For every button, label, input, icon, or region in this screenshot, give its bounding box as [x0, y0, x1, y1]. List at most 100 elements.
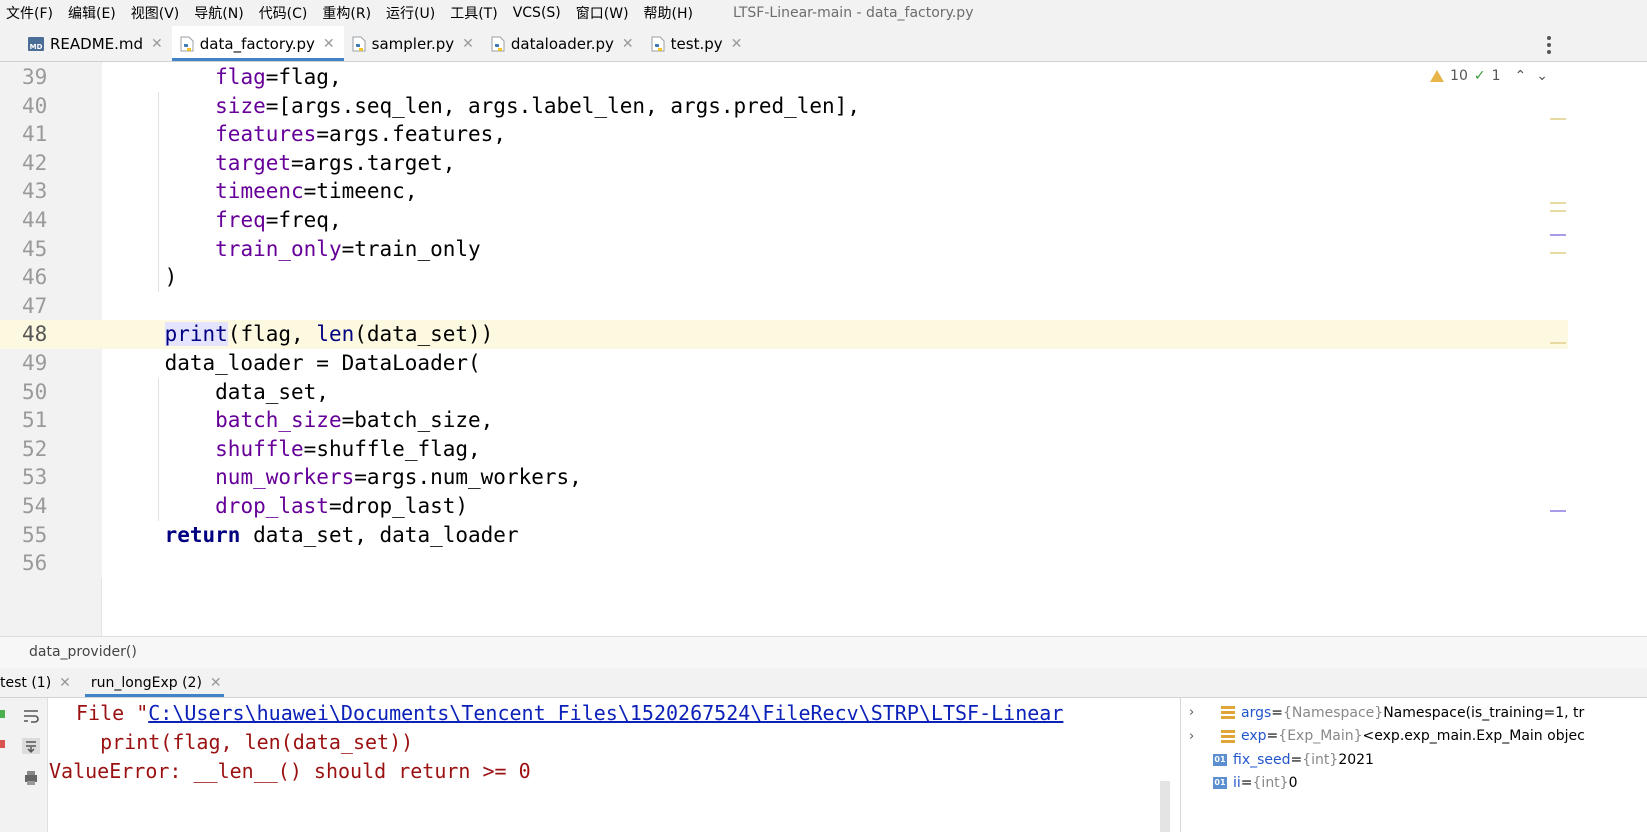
python-file-icon — [651, 36, 665, 51]
editor-tab[interactable]: test.py ✕ — [642, 26, 752, 61]
console-toolbar — [0, 698, 48, 832]
code-line[interactable]: 48 print(flag, len(data_set)) — [0, 320, 1568, 349]
close-icon[interactable]: ✕ — [323, 36, 335, 52]
menu-item[interactable]: 文件(F) — [6, 3, 53, 23]
close-icon[interactable]: ✕ — [210, 675, 222, 691]
code-line[interactable]: 40 size=[args.seq_len, args.label_len, a… — [0, 91, 1568, 121]
close-icon[interactable]: ✕ — [731, 36, 743, 52]
code-line[interactable]: 42 target=args.target, — [0, 148, 1568, 178]
code-line[interactable]: 45 train_only=train_only — [0, 234, 1568, 264]
indent-guide — [158, 91, 159, 292]
indent-guide — [158, 377, 159, 521]
print-icon[interactable] — [22, 770, 40, 786]
console-line-source: print(flag, len(data_set)) — [76, 730, 414, 754]
variable-name: ii — [1233, 775, 1241, 791]
line-number: 40 — [16, 91, 102, 121]
menu-item[interactable]: 代码(C) — [259, 3, 308, 23]
close-icon[interactable]: ✕ — [462, 36, 474, 52]
code-line[interactable]: 41 features=args.features, — [0, 120, 1568, 149]
line-number: 53 — [16, 463, 102, 492]
code-editor[interactable]: 39 flag=flag, 40 size=[args.seq_len, args… — [0, 62, 1568, 636]
menu-bar: 文件(F) 编辑(E) 视图(V) 导航(N) 代码(C) 重构(R) 运行(U) 工具(T)… — [0, 0, 1647, 26]
stop-icon[interactable] — [0, 740, 5, 748]
code-line[interactable]: 55 return data_set, data_loader — [0, 520, 1568, 550]
close-icon[interactable]: ✕ — [622, 36, 634, 52]
code-line[interactable]: 56 — [0, 549, 1568, 578]
code-text: num_workers=args.num_workers, — [215, 465, 582, 490]
code-line[interactable]: 54 drop_last=drop_last) — [0, 492, 1568, 521]
code-line[interactable]: 51 batch_size=batch_size, — [0, 406, 1568, 435]
close-icon[interactable]: ✕ — [151, 36, 163, 52]
window-title: LTSF-Linear-main - data_factory.py — [733, 5, 974, 21]
code-line[interactable]: 44 freq=freq, — [0, 206, 1568, 235]
editor-tab[interactable]: dataloader.py ✕ — [482, 26, 643, 61]
run-tab[interactable]: test (1) ✕ — [0, 668, 81, 697]
console-scrollbar[interactable] — [1160, 781, 1170, 832]
close-icon[interactable]: ✕ — [59, 675, 71, 691]
debug-variables-panel: › args = {Namespace} Namespace(is_trainin… — [1180, 698, 1647, 832]
variable-row[interactable]: › args = {Namespace} Namespace(is_trainin… — [1181, 701, 1584, 724]
code-line[interactable]: 49 data_loader = DataLoader( — [0, 349, 1568, 378]
line-number: 46 — [16, 263, 102, 292]
menu-item[interactable]: 视图(V) — [131, 3, 180, 23]
next-highlight-icon[interactable]: ⌄ — [1536, 68, 1548, 84]
run-console[interactable]: File "C:\Users\huawei\Documents\Tencent … — [0, 698, 1180, 832]
expand-arrow-icon[interactable]: › — [1189, 729, 1203, 744]
file-path-link[interactable]: C:\Users\huawei\Documents\Tencent Files\… — [148, 701, 1063, 725]
menu-item[interactable]: 重构(R) — [322, 3, 371, 23]
breadcrumb[interactable]: data_provider() — [0, 636, 1647, 668]
inspection-widget[interactable]: 10 ✓ 1 ⌃ ⌄ — [1430, 68, 1548, 84]
menu-item[interactable]: 运行(U) — [386, 3, 435, 23]
variable-type: {Namespace} — [1283, 704, 1384, 721]
editor-tab[interactable]: MD README.md ✕ — [20, 26, 172, 61]
menu-item[interactable]: 编辑(E) — [68, 3, 116, 23]
scroll-to-end-icon[interactable] — [22, 738, 40, 754]
menu-item[interactable]: 工具(T) — [450, 3, 497, 23]
line-number: 39 — [16, 63, 102, 92]
expand-arrow-icon[interactable]: › — [1189, 705, 1203, 720]
code-text: return data_set, data_loader — [164, 522, 519, 547]
variable-row[interactable]: 01 ii = {int} 0 — [1181, 772, 1298, 795]
soft-wrap-icon[interactable] — [22, 708, 40, 724]
editor-tab-label: test.py — [670, 34, 723, 53]
variable-type: {Exp_Main} — [1278, 728, 1363, 744]
variable-row[interactable]: 01 fix_seed = {int} 2021 — [1181, 748, 1374, 771]
prev-highlight-icon[interactable]: ⌃ — [1515, 68, 1527, 84]
variable-name: exp — [1241, 728, 1267, 744]
menu-item[interactable]: 导航(N) — [194, 3, 243, 23]
code-text: features=args.features, — [215, 122, 506, 147]
variable-type: {int} — [1302, 751, 1339, 768]
code-line[interactable]: 53 num_workers=args.num_workers, — [0, 463, 1568, 492]
variable-row[interactable]: › exp = {Exp_Main} <exp.exp_main.Exp_Main… — [1181, 725, 1585, 748]
code-line[interactable]: 50 data_set, — [0, 377, 1568, 407]
weak-warning-icon: ✓ — [1473, 68, 1486, 84]
tab-overflow-menu-icon[interactable] — [1547, 36, 1551, 57]
variable-value: Namespace(is_training=1, tr — [1383, 704, 1585, 721]
run-tab[interactable]: run_longExp (2) ✕ — [81, 668, 232, 697]
line-number: 43 — [16, 177, 102, 206]
code-line[interactable]: 43 timeenc=timeenc, — [0, 177, 1568, 206]
editor-tab[interactable]: data_factory.py ✕ — [171, 26, 344, 61]
rerun-icon[interactable] — [0, 710, 5, 718]
run-tab-label: run_longExp (2) — [90, 674, 202, 691]
editor-tab[interactable]: sampler.py ✕ — [343, 26, 483, 61]
editor-tab-label: dataloader.py — [510, 34, 614, 53]
code-line[interactable]: 52 shuffle=shuffle_flag, — [0, 434, 1568, 464]
line-number: 50 — [16, 377, 102, 407]
code-text: shuffle=shuffle_flag, — [215, 436, 481, 461]
code-text: drop_last=drop_last) — [215, 494, 469, 518]
code-line[interactable]: 39 flag=flag, — [0, 63, 1568, 92]
menu-item[interactable]: VCS(S) — [513, 5, 561, 21]
line-number: 49 — [16, 349, 102, 378]
code-text: train_only=train_only — [215, 236, 481, 261]
console-line-file: File "C:\Users\huawei\Documents\Tencent … — [76, 699, 1063, 727]
warning-count: 10 — [1450, 68, 1468, 84]
menu-item[interactable]: 帮助(H) — [644, 3, 693, 23]
code-line[interactable]: 47 — [0, 291, 1568, 321]
variable-value: 2021 — [1338, 751, 1374, 768]
code-line[interactable]: 46 ) — [0, 263, 1568, 292]
menu-item[interactable]: 窗口(W) — [576, 3, 629, 23]
variable-name: args — [1241, 704, 1272, 721]
line-number: 41 — [16, 120, 102, 149]
editor-tab-label: data_factory.py — [199, 34, 315, 53]
